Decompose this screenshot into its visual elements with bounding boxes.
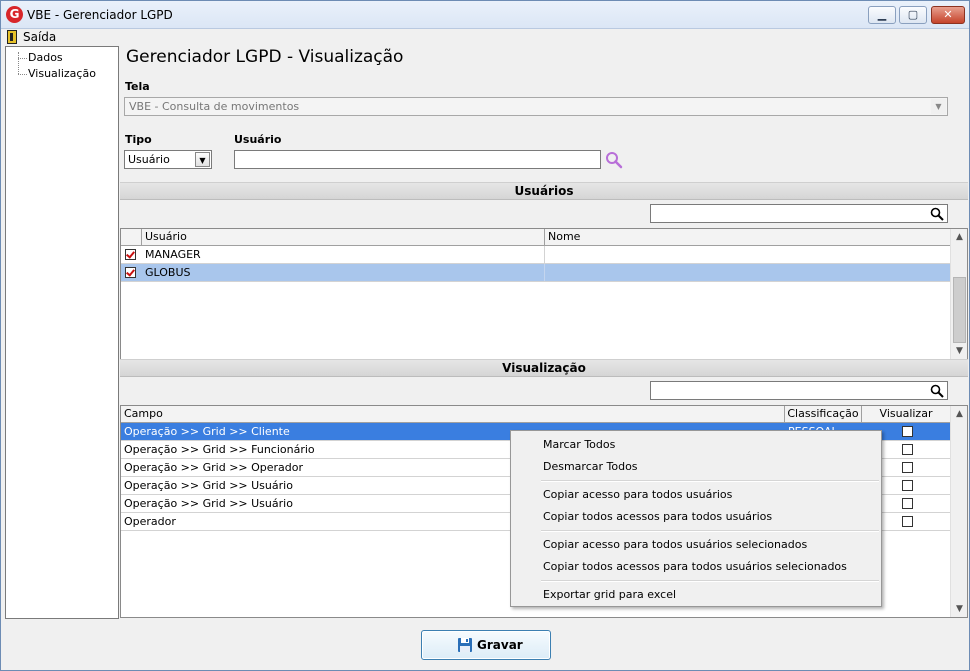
visualizar-checkbox[interactable] [902,462,913,473]
tree-connector [18,74,27,75]
visualizar-checkbox[interactable] [902,480,913,491]
cell-usuario: GLOBUS [142,264,545,281]
header-checkbox-col [121,229,142,245]
tela-select[interactable]: VBE - Consulta de movimentos ▼ [124,97,948,116]
tipo-label: Tipo [125,133,152,146]
cell-nome [545,264,950,281]
visualizacao-section-header: Visualização [120,359,968,377]
menu-separator [541,580,879,582]
cell-usuario: MANAGER [142,246,545,263]
usuarios-grid: Usuário Nome MANAGER GLOBUS ▲ ▼ [120,228,968,360]
tree-item-visualizacao[interactable]: Visualização [28,67,96,80]
table-row[interactable]: GLOBUS [121,264,950,282]
table-row[interactable]: MANAGER [121,246,950,264]
scroll-down-icon[interactable]: ▼ [951,601,967,617]
app-window: G VBE - Gerenciador LGPD ▁ ▢ ✕ Saída Dad… [0,0,970,671]
header-usuario[interactable]: Usuário [142,229,545,245]
tipo-select-value: Usuário [128,153,170,166]
maximize-button[interactable]: ▢ [899,6,927,24]
visualizar-checkbox[interactable] [902,516,913,527]
exit-door-icon[interactable] [7,30,17,44]
tree-connector [18,52,19,74]
page-title: Gerenciador LGPD - Visualização [126,47,404,67]
usuarios-filter-input[interactable] [650,204,948,223]
menu-item-desmarcar-todos[interactable]: Desmarcar Todos [543,460,638,473]
minimize-button[interactable]: ▁ [868,6,896,24]
tree-item-dados[interactable]: Dados [28,51,63,64]
header-visualizar[interactable]: Visualizar [862,406,950,422]
visualizacao-filter-input[interactable] [650,381,948,400]
cell-nome [545,246,950,263]
usuarios-scrollbar[interactable]: ▲ ▼ [950,229,967,359]
menu-exit[interactable]: Saída [23,30,56,44]
menu-separator [541,480,879,482]
menu-item-exportar-excel[interactable]: Exportar grid para excel [543,588,676,601]
close-button[interactable]: ✕ [931,6,965,24]
tela-select-value: VBE - Consulta de movimentos [129,100,300,113]
chevron-down-icon[interactable]: ▼ [195,152,210,167]
usuario-label: Usuário [234,133,282,146]
menu-item-copiar-acesso-selecionados[interactable]: Copiar acesso para todos usuários seleci… [543,538,807,551]
search-icon[interactable] [930,207,944,221]
scroll-thumb[interactable] [953,277,966,343]
menu-bar: Saída [1,29,969,45]
usuarios-section-header: Usuários [120,182,968,200]
save-button[interactable]: Gravar [421,630,551,660]
row-checkbox[interactable] [125,267,136,278]
scroll-up-icon[interactable]: ▲ [951,229,967,245]
search-icon[interactable] [605,151,623,169]
header-nome[interactable]: Nome [545,229,950,245]
menu-item-copiar-acesso-todos[interactable]: Copiar acesso para todos usuários [543,488,732,501]
menu-separator [541,530,879,532]
visualizacao-grid-header: Campo Classificação Visualizar [121,406,950,423]
save-button-label: Gravar [477,638,523,652]
visualizar-checkbox[interactable] [902,498,913,509]
menu-item-copiar-todos-acessos-selecionados[interactable]: Copiar todos acessos para todos usuários… [543,560,847,573]
scroll-down-icon[interactable]: ▼ [951,343,967,359]
scroll-up-icon[interactable]: ▲ [951,406,967,422]
menu-item-marcar-todos[interactable]: Marcar Todos [543,438,615,451]
chevron-down-icon[interactable]: ▼ [931,99,946,114]
usuario-input[interactable] [234,150,601,169]
navigation-tree: Dados Visualização [5,46,119,619]
header-campo[interactable]: Campo [121,406,785,422]
floppy-disk-icon [458,638,472,652]
visualizar-checkbox[interactable] [902,444,913,455]
search-icon[interactable] [930,384,944,398]
visualizar-checkbox[interactable] [902,426,913,437]
usuarios-grid-header: Usuário Nome [121,229,950,246]
header-classificacao[interactable]: Classificação [785,406,862,422]
app-logo-icon: G [6,6,23,23]
tree-connector [18,58,27,59]
tipo-select[interactable]: Usuário ▼ [124,150,212,169]
context-menu: Marcar Todos Desmarcar Todos Copiar aces… [510,430,882,607]
title-bar: G VBE - Gerenciador LGPD ▁ ▢ ✕ [1,1,969,29]
window-title: VBE - Gerenciador LGPD [27,8,173,22]
tela-label: Tela [125,80,150,93]
menu-item-copiar-todos-acessos-todos[interactable]: Copiar todos acessos para todos usuários [543,510,772,523]
row-checkbox[interactable] [125,249,136,260]
visualizacao-scrollbar[interactable]: ▲ ▼ [950,406,967,617]
